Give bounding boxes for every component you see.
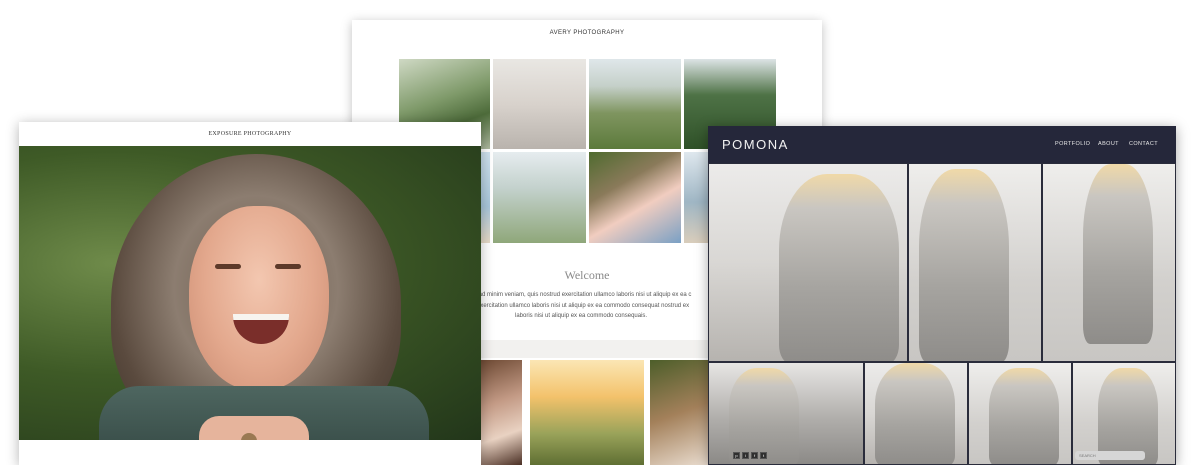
portfolio-photo[interactable] bbox=[968, 362, 1072, 465]
site-logo[interactable]: POMONA bbox=[722, 137, 789, 152]
portfolio-photo[interactable] bbox=[1072, 362, 1176, 465]
gallery-photo[interactable] bbox=[481, 360, 522, 465]
nav-portfolio[interactable]: PORTFOLIO bbox=[1055, 141, 1090, 147]
site-title[interactable]: AVERY PHOTOGRAPHY bbox=[352, 30, 822, 36]
hero-image: ⌄ bbox=[19, 146, 481, 440]
instagram-icon[interactable]: i bbox=[742, 452, 749, 459]
facebook-icon[interactable]: f bbox=[751, 452, 758, 459]
pomona-mockup: POMONA PORTFOLIO ABOUT CONTACT p i f t S… bbox=[708, 126, 1176, 465]
site-title[interactable]: EXPOSURE PHOTOGRAPHY bbox=[19, 131, 481, 137]
gallery-photo[interactable] bbox=[589, 59, 681, 149]
pinterest-icon[interactable]: p bbox=[733, 452, 740, 459]
portfolio-photo[interactable] bbox=[708, 362, 864, 465]
eye bbox=[275, 264, 301, 269]
nav-contact[interactable]: CONTACT bbox=[1129, 141, 1158, 147]
gallery-photo[interactable] bbox=[530, 360, 644, 465]
portfolio-photo[interactable] bbox=[708, 163, 908, 362]
twitter-icon[interactable]: t bbox=[760, 452, 767, 459]
child-face bbox=[189, 206, 329, 391]
gallery-photo[interactable] bbox=[493, 59, 586, 149]
search-input[interactable]: SEARCH bbox=[1075, 451, 1145, 460]
gallery-photo[interactable] bbox=[589, 152, 681, 243]
exposure-photography-mockup: EXPOSURE PHOTOGRAPHY ⌄ bbox=[19, 122, 481, 465]
portfolio-photo[interactable] bbox=[864, 362, 968, 465]
welcome-text-line: d exercitation ullamco laboris nisi ut a… bbox=[472, 303, 690, 309]
gallery-photo[interactable] bbox=[493, 152, 586, 243]
site-header: POMONA PORTFOLIO ABOUT CONTACT bbox=[708, 126, 1176, 163]
portfolio-photo[interactable] bbox=[908, 163, 1042, 362]
portfolio-photo[interactable] bbox=[1042, 163, 1176, 362]
gallery-photo[interactable] bbox=[650, 360, 710, 465]
eye bbox=[215, 264, 241, 269]
welcome-text-line: m ad minim veniam, quis nostrud exercita… bbox=[472, 292, 692, 298]
nav-about[interactable]: ABOUT bbox=[1098, 141, 1119, 147]
